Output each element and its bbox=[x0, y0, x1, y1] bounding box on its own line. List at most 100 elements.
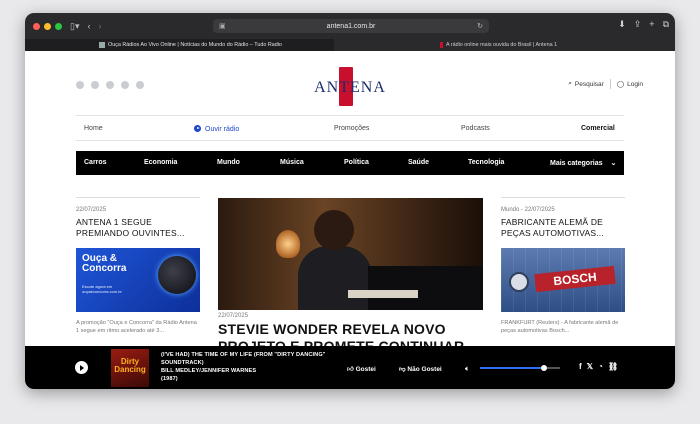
antena1-logo[interactable]: ANTENA bbox=[308, 67, 392, 107]
category-economia[interactable]: Economia bbox=[144, 159, 177, 166]
user-icon[interactable]: ◯ bbox=[617, 80, 624, 88]
lamp-graphic bbox=[276, 230, 300, 258]
nav-ouvir-radio[interactable]: Ouvir rádio bbox=[194, 125, 239, 133]
header-actions: ⌕ Pesquisar ◯ Login bbox=[568, 79, 643, 89]
x-share-icon[interactable]: 𝕏 bbox=[587, 362, 593, 371]
privacy-icon: ▣ bbox=[219, 23, 226, 30]
tudoradio-favicon-icon bbox=[99, 42, 105, 48]
article-image-right[interactable]: BOSCH bbox=[501, 248, 625, 312]
category-label: Mais categorias bbox=[550, 160, 603, 167]
search-link[interactable]: Pesquisar bbox=[575, 81, 604, 88]
volume-slider[interactable] bbox=[480, 365, 560, 371]
album-cover-text: Dirty Dancing bbox=[114, 357, 146, 374]
main-nav: Home Ouvir rádio Promoções Podcasts Come… bbox=[76, 115, 624, 141]
facebook-share-icon[interactable]: f bbox=[579, 362, 582, 371]
social-links bbox=[76, 81, 144, 89]
article-image-left[interactable]: Ouça & Concorra Escute agora em ouçaecon… bbox=[76, 248, 200, 312]
address-bar[interactable]: ▣ antena1.com.br ↻ bbox=[213, 19, 489, 33]
category-mundo[interactable]: Mundo bbox=[217, 159, 240, 166]
category-tecnologia[interactable]: Tecnologia bbox=[468, 159, 504, 166]
category-saude[interactable]: Saúde bbox=[408, 159, 429, 166]
login-link[interactable]: Login bbox=[627, 81, 643, 88]
promo-image-sub: Escute agora em ouçaeconcorra.com.br bbox=[82, 284, 122, 294]
x-icon[interactable] bbox=[91, 81, 99, 89]
reload-icon[interactable]: ↻ bbox=[477, 22, 483, 30]
category-more[interactable]: Mais categorias ⌄ bbox=[550, 159, 616, 167]
nav-promocoes[interactable]: Promoções bbox=[334, 125, 369, 132]
new-tab-icon[interactable]: + bbox=[649, 19, 654, 30]
bosch-logo-graphic bbox=[509, 272, 529, 292]
play-button[interactable] bbox=[75, 361, 88, 374]
article-excerpt-left: A promoção "Ouça e Concorra" da Rádio An… bbox=[76, 320, 197, 334]
category-bar: Carros Economia Mundo Música Política Sa… bbox=[76, 151, 624, 175]
category-politica[interactable]: Política bbox=[344, 159, 369, 166]
url-text: antena1.com.br bbox=[326, 22, 376, 30]
whatsapp-share-icon[interactable]: ◔ bbox=[598, 362, 603, 371]
tab-label: A rádio online mais ouvida do Brasil | A… bbox=[446, 42, 558, 48]
nav-label: Ouvir rádio bbox=[205, 126, 240, 133]
tab-label: Ouça Rádios Ao Vivo Online | Notícias do… bbox=[108, 42, 282, 48]
volume-fill bbox=[480, 367, 544, 369]
share-icon[interactable]: ⇪ bbox=[634, 19, 642, 30]
share-links: f 𝕏 ◔ ⛓︎ bbox=[579, 362, 618, 371]
volume-knob[interactable] bbox=[541, 365, 547, 371]
song-year: (1987) bbox=[161, 376, 178, 382]
radio-player: Dirty Dancing (I'VE HAD) THE TIME OF MY … bbox=[25, 346, 675, 389]
volume-icon[interactable]: 🔈︎ bbox=[465, 364, 470, 374]
tab-overview-icon[interactable]: ⧉ bbox=[663, 19, 669, 30]
article-date: 22/07/2025 bbox=[218, 313, 249, 319]
song-artist: BILL MEDLEY/JENNIFER WARNES bbox=[161, 368, 257, 374]
article-title-left[interactable]: ANTENA 1 SEGUE PREMIANDO OUVINTES... bbox=[76, 217, 200, 239]
nav-home[interactable]: Home bbox=[84, 125, 103, 132]
divider bbox=[76, 197, 200, 198]
category-musica[interactable]: Música bbox=[280, 159, 304, 166]
now-playing: (I'VE HAD) THE TIME OF MY LIFE (FROM "DI… bbox=[161, 351, 351, 383]
article-date: 22/07/2025 bbox=[76, 207, 107, 213]
person-graphic bbox=[298, 246, 372, 310]
divider bbox=[501, 197, 625, 198]
article-excerpt-right: FRANKFURT (Reuters) - A fabricante alemã… bbox=[501, 320, 619, 334]
link-share-icon[interactable]: ⛓︎ bbox=[608, 362, 618, 371]
forward-icon[interactable]: › bbox=[98, 21, 101, 31]
nav-comercial[interactable]: Comercial bbox=[581, 125, 615, 132]
zoom-window-button[interactable] bbox=[55, 22, 62, 30]
tab-antena1[interactable]: A rádio online mais ouvida do Brasil | A… bbox=[334, 39, 675, 51]
article-date: Mundo - 22/07/2025 bbox=[501, 207, 555, 213]
logo-wordmark: ANTENA bbox=[314, 79, 386, 96]
thumbs-down-icon: 👎︎ bbox=[399, 366, 406, 373]
dislike-label: Não Gostei bbox=[407, 366, 442, 373]
piano-keys-graphic bbox=[348, 290, 418, 298]
instagram-icon[interactable] bbox=[106, 81, 114, 89]
promo-image-title: Ouça & Concorra bbox=[82, 253, 127, 274]
facebook-icon[interactable] bbox=[76, 81, 84, 89]
like-button[interactable]: 👍︎ Gostei bbox=[347, 365, 376, 373]
person-head-graphic bbox=[314, 210, 354, 250]
minimize-window-button[interactable] bbox=[44, 22, 51, 30]
browser-toolbar: ▯▾ ‹ › ▣ antena1.com.br ↻ ⬇ ⇪ + ⧉ bbox=[25, 13, 675, 39]
chevron-down-icon: ⌄ bbox=[610, 160, 617, 167]
divider bbox=[609, 79, 611, 89]
browser-window: ▯▾ ‹ › ▣ antena1.com.br ↻ ⬇ ⇪ + ⧉ Ouça R… bbox=[25, 13, 675, 389]
article-title-right[interactable]: FABRICANTE ALEMÃ DE PEÇAS AUTOMOTIVAS... bbox=[501, 217, 625, 239]
thumbs-up-icon: 👍︎ bbox=[347, 366, 354, 373]
like-label: Gostei bbox=[355, 366, 376, 373]
linkedin-icon[interactable] bbox=[121, 81, 129, 89]
play-circle-icon bbox=[194, 125, 201, 132]
close-window-button[interactable] bbox=[33, 22, 40, 30]
article-image-center[interactable] bbox=[218, 198, 483, 310]
tab-tudoradio[interactable]: Ouça Rádios Ao Vivo Online | Notícias do… bbox=[25, 39, 334, 51]
dislike-button[interactable]: 👎︎ Não Gostei bbox=[399, 365, 442, 373]
category-carros[interactable]: Carros bbox=[84, 159, 107, 166]
antena1-favicon-icon bbox=[440, 42, 443, 48]
nav-podcasts[interactable]: Podcasts bbox=[461, 125, 490, 132]
sidebar-icon[interactable]: ▯▾ bbox=[70, 21, 79, 32]
back-icon[interactable]: ‹ bbox=[87, 21, 90, 31]
song-title: (I'VE HAD) THE TIME OF MY LIFE (FROM "DI… bbox=[161, 352, 326, 366]
youtube-icon[interactable] bbox=[136, 81, 144, 89]
web-page: ANTENA ⌕ Pesquisar ◯ Login Home Ouvir rá… bbox=[25, 51, 675, 389]
album-cover: Dirty Dancing bbox=[111, 349, 149, 387]
search-icon[interactable]: ⌕ bbox=[568, 80, 572, 88]
window-controls bbox=[33, 22, 62, 30]
piano-graphic bbox=[368, 266, 483, 310]
download-icon[interactable]: ⬇ bbox=[618, 19, 626, 30]
